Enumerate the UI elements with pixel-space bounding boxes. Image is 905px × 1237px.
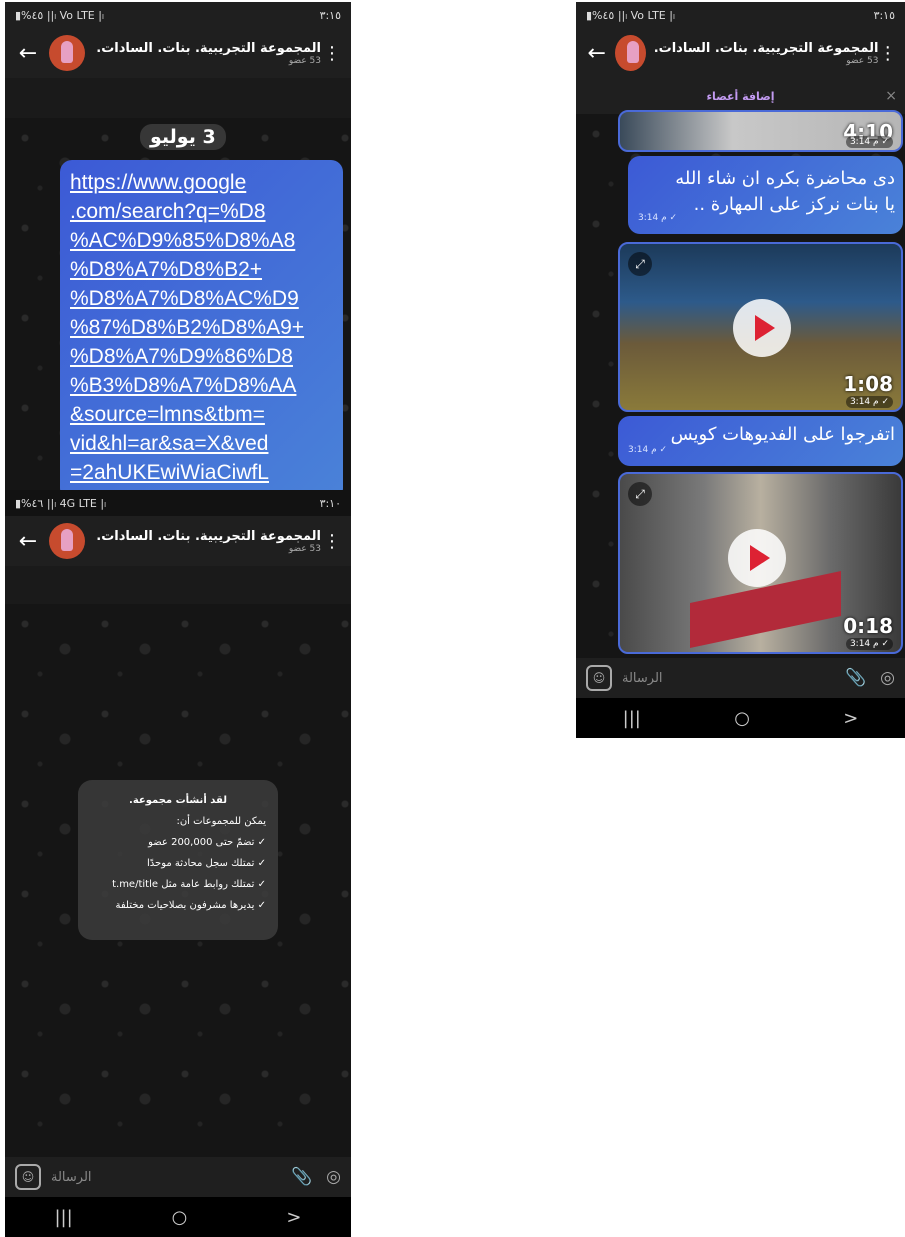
- link-line[interactable]: %87%D8%B2%D8%A9+: [70, 313, 335, 342]
- text-message-bubble[interactable]: دى محاضرة بكره ان شاء الله يا بنات نركز …: [628, 156, 903, 234]
- back-nav-icon[interactable]: >: [286, 1207, 301, 1228]
- video-duration: 1:08: [843, 372, 893, 396]
- video-message[interactable]: ⤢ 1:08 3:14 م ✓: [618, 242, 903, 412]
- home-icon[interactable]: ○: [172, 1207, 188, 1228]
- home-icon[interactable]: ○: [734, 708, 750, 729]
- link-line[interactable]: &source=lmns&tbm=: [70, 400, 335, 429]
- chat-background: 4:10 3:14 م ✓ دى محاضرة بكره ان شاء الله…: [576, 110, 905, 658]
- card-item: ✓ تضمّ حتى 200,000 عضو: [148, 837, 266, 848]
- group-title: المجموعة التجريبية. بنات. السادات.: [653, 40, 879, 56]
- video-timestamp: 3:14 م ✓: [845, 136, 893, 148]
- status-indicators: ▮%٤٦ ||ₗ 4G LTE |ₗ: [15, 496, 106, 510]
- video-message[interactable]: ⤢ 0:18 3:14 م ✓: [618, 472, 903, 654]
- recents-icon[interactable]: |||: [54, 1207, 72, 1228]
- back-nav-icon[interactable]: >: [843, 708, 858, 729]
- phone-screenshot-link: ▮%٤٥ ||ₗ Vo LTE |ₗ ٣:١٥ ← المجموعة التجر…: [5, 2, 351, 490]
- chat-background: لقد أنشأت مجموعة. يمكن للمجموعات أن: ✓ ت…: [5, 604, 351, 1157]
- message-input-bar: ☺ الرسالة 📎 ◎: [5, 1157, 351, 1197]
- system-nav-bar: ||| ○ >: [576, 698, 905, 738]
- status-clock: ٣:١٥: [319, 8, 341, 22]
- chat-title-block[interactable]: المجموعة التجريبية. بنات. السادات. 53 عض…: [654, 41, 879, 66]
- more-options-icon[interactable]: ⋮: [321, 43, 343, 64]
- chat-title-block[interactable]: المجموعة التجريبية. بنات. السادات. 53 عض…: [93, 41, 321, 66]
- expand-icon[interactable]: ⤢: [628, 482, 652, 506]
- card-item: ✓ يديرها مشرفون بصلاحيات مختلفة: [115, 900, 266, 911]
- pinned-bar: [5, 566, 351, 604]
- member-count: 53 عضو: [288, 55, 321, 66]
- group-title: المجموعة التجريبية. بنات. السادات.: [96, 40, 321, 56]
- pinned-bar: [5, 78, 351, 118]
- message-input[interactable]: الرسالة: [51, 1170, 277, 1185]
- group-created-card: لقد أنشأت مجموعة. يمكن للمجموعات أن: ✓ ت…: [78, 780, 278, 940]
- attach-icon[interactable]: 📎: [291, 1167, 312, 1187]
- status-clock: ٣:١٠: [319, 496, 341, 510]
- recents-icon[interactable]: |||: [623, 708, 641, 729]
- status-indicators: ▮%٤٥ ||ₗ Vo LTE |ₗ: [586, 8, 675, 22]
- link-line[interactable]: %D8%A7%D8%AC%D9: [70, 284, 335, 313]
- text-message-bubble[interactable]: اتفرجوا على الفديوهات كويس 3:14 م ✓: [618, 416, 903, 466]
- group-avatar[interactable]: [49, 523, 85, 559]
- link-text[interactable]: https://www.google .com/search?q=%D8 %AC%D…: [70, 168, 335, 487]
- group-avatar[interactable]: [49, 35, 85, 71]
- more-options-icon[interactable]: ⋮: [878, 43, 897, 64]
- link-line[interactable]: https://www.google: [70, 168, 335, 197]
- phone-screenshot-group-created: ▮%٤٦ ||ₗ 4G LTE |ₗ ٣:١٠ ← المجموعة التجر…: [5, 490, 351, 1237]
- group-avatar[interactable]: [615, 35, 646, 71]
- chat-header: ← المجموعة التجريبية. بنات. السادات. 53 …: [5, 516, 351, 566]
- link-message-bubble[interactable]: https://www.google .com/search?q=%D8 %AC%D…: [60, 160, 343, 490]
- expand-icon[interactable]: ⤢: [628, 252, 652, 276]
- camera-icon[interactable]: ◎: [326, 1167, 341, 1187]
- message-timestamp: 3:14 م ✓: [628, 445, 668, 455]
- status-clock: ٣:١٥: [873, 8, 895, 22]
- chat-title-block[interactable]: المجموعة التجريبية. بنات. السادات. 53 عض…: [93, 529, 321, 554]
- video-timestamp: 3:14 م ✓: [845, 638, 893, 650]
- status-bar: ▮%٤٥ ||ₗ Vo LTE |ₗ ٣:١٥: [5, 2, 351, 28]
- message-input-bar: ☺ الرسالة 📎 ◎: [576, 658, 905, 698]
- card-item: ✓ تمتلك روابط عامة مثل t.me/title: [112, 879, 266, 890]
- link-line[interactable]: .com/search?q=%D8: [70, 197, 335, 226]
- link-line[interactable]: %AC%D9%85%D8%A8: [70, 226, 335, 255]
- link-line[interactable]: %D8%A7%D9%86%D8: [70, 342, 335, 371]
- link-line[interactable]: =2ahUKEwiWiaCiwfL: [70, 458, 335, 487]
- video-message[interactable]: 4:10 3:14 م ✓: [618, 110, 903, 152]
- status-bar: ▮%٤٥ ||ₗ Vo LTE |ₗ ٣:١٥: [576, 2, 905, 28]
- message-text: دى محاضرة بكره ان شاء الله: [675, 168, 895, 189]
- play-button-icon[interactable]: [728, 529, 786, 587]
- video-duration: 0:18: [843, 614, 893, 638]
- date-chip: 3 يوليو: [140, 124, 226, 150]
- back-arrow-icon[interactable]: ←: [13, 529, 43, 554]
- status-indicators: ▮%٤٥ ||ₗ Vo LTE |ₗ: [15, 8, 104, 22]
- attach-icon[interactable]: 📎: [845, 668, 866, 688]
- play-button-icon[interactable]: [733, 299, 791, 357]
- link-line[interactable]: %D8%A7%D8%B2+: [70, 255, 335, 284]
- card-title: لقد أنشأت مجموعة.: [129, 795, 227, 806]
- status-bar: ▮%٤٦ ||ₗ 4G LTE |ₗ ٣:١٠: [5, 490, 351, 516]
- message-input[interactable]: الرسالة: [622, 671, 831, 686]
- back-arrow-icon[interactable]: ←: [584, 41, 609, 66]
- card-item: ✓ تمتلك سجل محادثة موحدًا: [146, 858, 266, 869]
- emoji-icon[interactable]: ☺: [15, 1164, 41, 1190]
- more-options-icon[interactable]: ⋮: [321, 531, 343, 552]
- phone-screenshot-videos: ▮%٤٥ ||ₗ Vo LTE |ₗ ٣:١٥ ← المجموعة التجر…: [576, 2, 905, 738]
- link-line[interactable]: %B3%D8%A7%D8%AA: [70, 371, 335, 400]
- emoji-icon[interactable]: ☺: [586, 665, 612, 691]
- chat-header: ← المجموعة التجريبية. بنات. السادات. 53 …: [5, 28, 351, 78]
- member-count: 53 عضو: [288, 543, 321, 554]
- group-title: المجموعة التجريبية. بنات. السادات.: [96, 528, 321, 544]
- link-line[interactable]: vid&hl=ar&sa=X&ved: [70, 429, 335, 458]
- chat-header: ← المجموعة التجريبية. بنات. السادات. 53 …: [576, 28, 905, 78]
- chat-background: 3 يوليو https://www.google .com/search?q=…: [5, 118, 351, 490]
- card-subtitle: يمكن للمجموعات أن:: [176, 816, 266, 827]
- member-count: 53 عضو: [846, 55, 879, 66]
- add-members-button[interactable]: إضافة أعضاء: [706, 90, 774, 103]
- message-timestamp: 3:14 م ✓: [638, 213, 678, 223]
- add-members-bar: إضافة أعضاء ×: [576, 78, 905, 114]
- video-timestamp: 3:14 م ✓: [845, 396, 893, 408]
- back-arrow-icon[interactable]: ←: [13, 41, 43, 66]
- system-nav-bar: ||| ○ >: [5, 1197, 351, 1237]
- close-icon[interactable]: ×: [885, 88, 897, 104]
- camera-icon[interactable]: ◎: [880, 668, 895, 688]
